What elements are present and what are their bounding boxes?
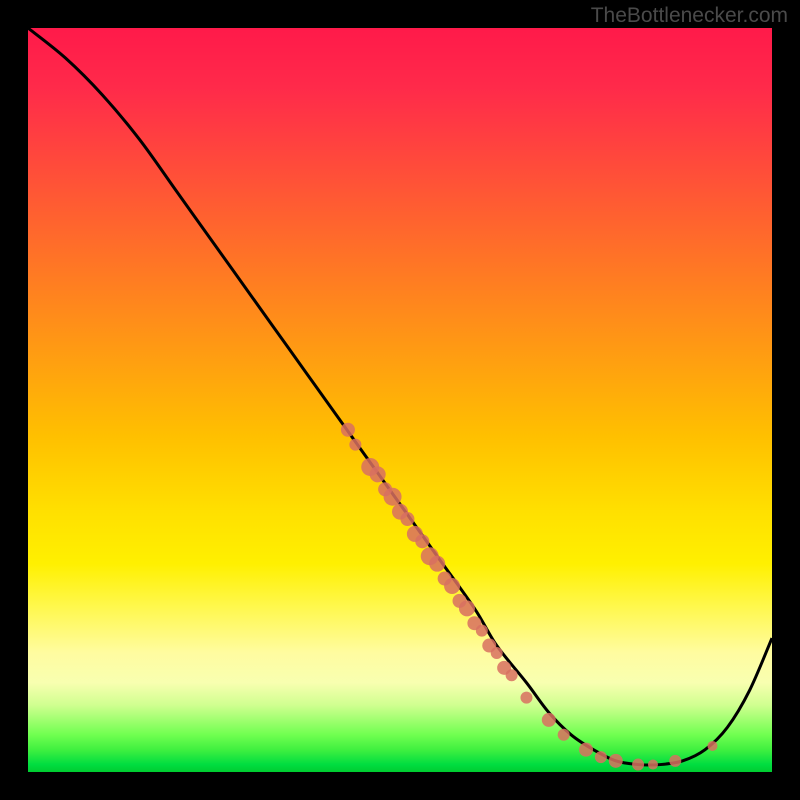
plot-area [28, 28, 772, 772]
data-marker [520, 692, 532, 704]
data-markers [341, 423, 718, 771]
data-marker [384, 488, 402, 506]
data-marker [558, 729, 570, 741]
data-marker [459, 600, 475, 616]
bottleneck-curve [28, 28, 772, 765]
data-marker [370, 466, 386, 482]
data-marker [707, 741, 717, 751]
data-marker [648, 760, 658, 770]
data-marker [415, 534, 429, 548]
data-marker [506, 669, 518, 681]
data-marker [400, 512, 414, 526]
data-marker [429, 556, 445, 572]
data-marker [341, 423, 355, 437]
data-marker [491, 647, 503, 659]
data-marker [632, 759, 644, 771]
data-marker [444, 578, 460, 594]
data-marker [579, 743, 593, 757]
data-marker [609, 754, 623, 768]
chart-svg [28, 28, 772, 772]
data-marker [349, 439, 361, 451]
data-marker [542, 713, 556, 727]
data-marker [476, 625, 488, 637]
watermark-text: TheBottlenecker.com [591, 4, 788, 28]
data-marker [595, 751, 607, 763]
curve-path [28, 28, 772, 765]
data-marker [669, 755, 681, 767]
chart-container: TheBottlenecker.com [0, 0, 800, 800]
